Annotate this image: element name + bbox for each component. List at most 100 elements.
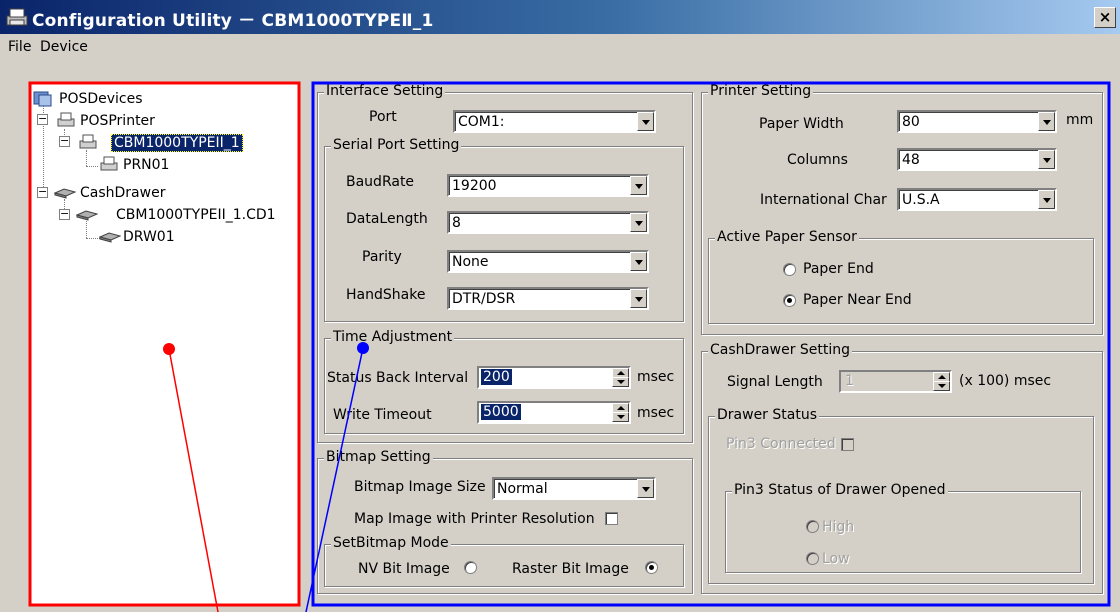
write-timeout-label: Write Timeout: [333, 407, 432, 423]
port-dropdown[interactable]: COM1:: [453, 110, 656, 133]
tree-expander-minus[interactable]: −: [37, 113, 48, 125]
tree-line: [86, 150, 87, 166]
group-title: Active Paper Sensor: [715, 229, 859, 245]
device-tree[interactable]: POSDevices − POSPrinter − CBM1000TYPEII_…: [30, 83, 300, 605]
properties-panel: Interface Setting Port COM1: Serial Port…: [313, 83, 1109, 605]
close-button[interactable]: ×: [1094, 7, 1116, 28]
map-image-checkbox[interactable]: [605, 512, 618, 525]
low-label: Low: [822, 551, 850, 567]
paper-width-label: Paper Width: [759, 116, 844, 132]
paper-width-unit: mm: [1066, 112, 1094, 128]
parity-dropdown[interactable]: None: [447, 250, 649, 273]
chevron-down-icon[interactable]: [630, 176, 647, 195]
pin3-connected-checkbox[interactable]: [841, 438, 854, 451]
chevron-down-icon[interactable]: [1038, 190, 1055, 209]
group-title: Bitmap Setting: [324, 449, 433, 465]
datalength-label: DataLength: [346, 211, 428, 227]
spin-down-icon[interactable]: [612, 377, 629, 387]
menu-device[interactable]: Device: [40, 39, 88, 55]
group-title: Time Adjustment: [331, 329, 455, 345]
cash-drawer-icon: [99, 232, 121, 243]
handshake-label: HandShake: [346, 287, 426, 303]
parity-value: None: [452, 254, 489, 270]
printer-icon: [100, 156, 118, 171]
write-timeout-spinner[interactable]: 5000: [477, 401, 631, 424]
active-paper-sensor-group: Active Paper Sensor Paper End Paper Near…: [708, 229, 1094, 324]
status-unit: msec: [637, 369, 675, 385]
group-title: Printer Setting: [708, 83, 814, 99]
bitmap-size-label: Bitmap Image Size: [354, 479, 486, 495]
tree-prn01[interactable]: PRN01: [123, 157, 169, 173]
chevron-down-icon[interactable]: [1038, 150, 1055, 169]
signal-length-spinner[interactable]: 1: [839, 370, 952, 393]
tree-drw01[interactable]: DRW01: [123, 229, 175, 245]
printer-setting-group: Printer Setting Paper Width 80 mm Column…: [701, 83, 1103, 335]
port-label: Port: [369, 109, 397, 125]
group-title: Interface Setting: [324, 83, 446, 99]
chevron-down-icon[interactable]: [1038, 112, 1055, 131]
chevron-down-icon[interactable]: [630, 289, 647, 308]
raster-bit-image-radio[interactable]: [645, 561, 658, 574]
columns-dropdown[interactable]: 48: [897, 148, 1057, 171]
spin-down-icon[interactable]: [933, 381, 950, 391]
tree-line: [86, 221, 87, 238]
baudrate-value: 19200: [452, 178, 497, 194]
tree-posprinter[interactable]: POSPrinter: [80, 113, 155, 129]
chevron-down-icon[interactable]: [630, 252, 647, 271]
paper-width-dropdown[interactable]: 80: [897, 110, 1057, 133]
tree-root[interactable]: POSDevices: [59, 91, 143, 107]
international-char-label: International Char: [760, 192, 887, 208]
drawer-status-group: Drawer Status Pin3 Connected Pin3 Status…: [708, 407, 1094, 584]
status-back-interval-spinner[interactable]: 200: [477, 366, 631, 389]
printer-icon: [79, 134, 97, 149]
chevron-down-icon[interactable]: [637, 112, 654, 131]
menu-bar: File Device: [0, 34, 1120, 60]
status-back-interval-value[interactable]: 200: [481, 369, 512, 385]
tree-line: [86, 166, 98, 167]
high-radio[interactable]: [806, 520, 819, 533]
tree-drawer-device[interactable]: CBM1000TYPEII_1.CD1: [116, 207, 276, 223]
baudrate-dropdown[interactable]: 19200: [447, 174, 649, 197]
paper-near-end-label: Paper Near End: [803, 292, 912, 308]
tree-expander-minus[interactable]: −: [37, 186, 48, 198]
tree-printer-device-selected[interactable]: CBM1000TYPEII_1: [111, 134, 243, 152]
map-image-label: Map Image with Printer Resolution: [354, 511, 595, 527]
chevron-down-icon[interactable]: [637, 479, 654, 498]
datalength-value: 8: [452, 215, 461, 231]
handshake-value: DTR/DSR: [452, 291, 516, 307]
signal-length-label: Signal Length: [727, 374, 823, 390]
time-adjustment-group: Time Adjustment Status Back Interval 200…: [324, 329, 684, 434]
bitmap-size-dropdown[interactable]: Normal: [492, 477, 656, 500]
chevron-down-icon[interactable]: [630, 213, 647, 232]
window-title: Configuration Utility － CBM1000TYPEⅡ_1: [32, 11, 434, 31]
paper-end-radio[interactable]: [783, 263, 796, 276]
nv-bit-image-radio[interactable]: [464, 561, 477, 574]
columns-label: Columns: [787, 152, 848, 168]
write-timeout-value[interactable]: 5000: [481, 404, 521, 420]
low-radio[interactable]: [806, 552, 819, 565]
spin-down-icon[interactable]: [612, 412, 629, 422]
group-title: Drawer Status: [715, 407, 819, 423]
signal-length-unit: (x 100) msec: [959, 373, 1052, 389]
tree-expander-minus[interactable]: −: [59, 208, 70, 220]
signal-length-value: 1: [845, 373, 854, 389]
tree-expander-minus[interactable]: −: [59, 135, 70, 147]
posdevices-icon: [33, 91, 52, 107]
datalength-dropdown[interactable]: 8: [447, 211, 649, 234]
status-back-interval-label: Status Back Interval: [327, 370, 469, 386]
raster-bit-image-label: Raster Bit Image: [512, 561, 629, 577]
pin3-status-group: Pin3 Status of Drawer Opened High Low: [725, 482, 1081, 573]
title-bar[interactable]: Configuration Utility － CBM1000TYPEⅡ_1 ×: [0, 0, 1120, 34]
serial-port-group: Serial Port Setting BaudRate 19200 DataL…: [324, 137, 684, 322]
cash-drawer-icon: [54, 188, 76, 199]
printer-icon: [57, 112, 75, 127]
menu-file[interactable]: File: [8, 39, 31, 55]
international-char-dropdown[interactable]: U.S.A: [897, 188, 1057, 211]
paper-near-end-radio[interactable]: [783, 294, 796, 307]
write-unit: msec: [637, 405, 675, 421]
tree-cashdrawer[interactable]: CashDrawer: [80, 185, 165, 201]
tree-line: [86, 238, 100, 239]
app-icon: [6, 8, 28, 26]
nv-bit-image-label: NV Bit Image: [358, 561, 450, 577]
handshake-dropdown[interactable]: DTR/DSR: [447, 287, 649, 310]
